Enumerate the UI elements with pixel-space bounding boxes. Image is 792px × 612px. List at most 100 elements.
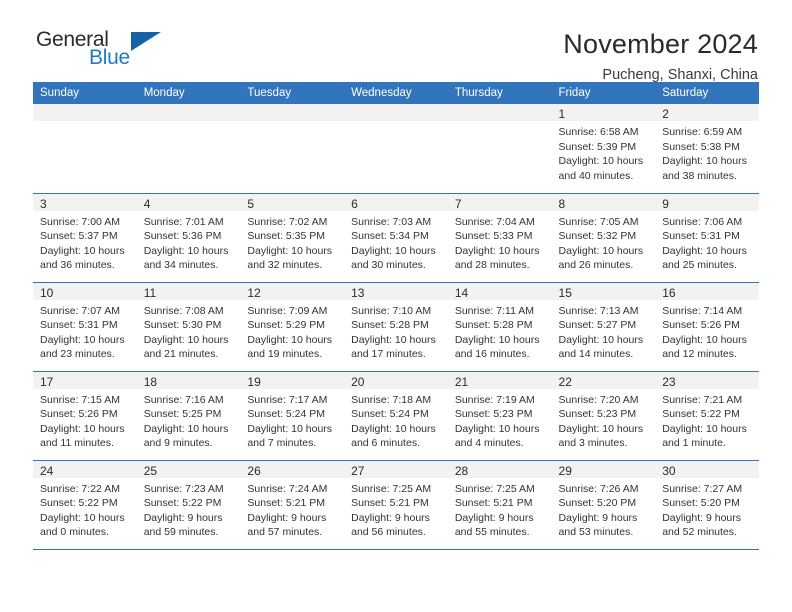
calendar-day-cell-empty: [33, 104, 137, 194]
calendar-day-cell[interactable]: 19 Sunrise: 7:17 AM Sunset: 5:24 PM Dayligh…: [240, 371, 345, 461]
calendar-day-cell[interactable]: 25 Sunrise: 7:23 AM Sunset: 5:22 PM Dayligh…: [136, 460, 241, 550]
day-cell-content: [240, 104, 345, 193]
page-subtitle: Pucheng, Shanxi, China: [602, 67, 758, 83]
calendar-day-cell[interactable]: 29 Sunrise: 7:26 AM Sunset: 5:20 PM Dayligh…: [551, 460, 656, 550]
calendar-day-cell[interactable]: 9 Sunrise: 7:06 AM Sunset: 5:31 PM Daylight…: [655, 193, 759, 283]
daylight-duration-line2: and 52 minutes.: [662, 526, 737, 539]
calendar-day-cell[interactable]: 22 Sunrise: 7:20 AM Sunset: 5:23 PM Dayligh…: [551, 371, 656, 461]
calendar-day-cell[interactable]: 27 Sunrise: 7:25 AM Sunset: 5:21 PM Dayligh…: [344, 460, 448, 550]
calendar-day-cell[interactable]: 8 Sunrise: 7:05 AM Sunset: 5:32 PM Daylight…: [551, 193, 656, 283]
day-cell-content: [136, 104, 241, 193]
logo-triangle-icon: [131, 32, 161, 51]
day-number-band: 18: [136, 371, 241, 389]
calendar-day-cell[interactable]: 14 Sunrise: 7:11 AM Sunset: 5:28 PM Dayligh…: [447, 282, 552, 372]
daylight-duration-line1: Daylight: 10 hours: [143, 244, 229, 257]
sunrise-time: Sunrise: 7:04 AM: [454, 215, 535, 228]
day-cell-content: 2 Sunrise: 6:59 AM Sunset: 5:38 PM Daylight…: [655, 104, 759, 193]
sunset-time: Sunset: 5:34 PM: [351, 230, 429, 243]
calendar-day-cell[interactable]: 11 Sunrise: 7:08 AM Sunset: 5:30 PM Dayligh…: [136, 282, 241, 372]
day-sun-info: Sunrise: 7:24 AM Sunset: 5:21 PM Daylight:…: [240, 478, 344, 540]
calendar-day-cell[interactable]: 4 Sunrise: 7:01 AM Sunset: 5:36 PM Daylight…: [136, 193, 241, 283]
calendar-week-row: 1 Sunrise: 6:58 AM Sunset: 5:39 PM Daylight…: [33, 104, 759, 194]
title-block: November 2024 Pucheng, Shanxi, China: [563, 28, 759, 86]
calendar-day-cell[interactable]: 3 Sunrise: 7:00 AM Sunset: 5:37 PM Daylight…: [33, 193, 137, 283]
day-number-band: 10: [33, 282, 137, 300]
calendar-day-cell[interactable]: 20 Sunrise: 7:18 AM Sunset: 5:24 PM Dayligh…: [344, 371, 448, 461]
day-cell-content: 10 Sunrise: 7:07 AM Sunset: 5:31 PM Dayligh…: [33, 282, 137, 371]
day-number-band: 26: [240, 460, 345, 478]
calendar-day-cell[interactable]: 6 Sunrise: 7:03 AM Sunset: 5:34 PM Daylight…: [344, 193, 448, 283]
sunset-time: Sunset: 5:22 PM: [40, 497, 118, 510]
calendar-day-cell-empty: [136, 104, 241, 194]
sunrise-time: Sunrise: 6:59 AM: [662, 126, 743, 138]
day-number-band: 12: [240, 282, 345, 300]
daylight-duration-line1: Daylight: 10 hours: [351, 422, 436, 435]
calendar-day-cell[interactable]: 7 Sunrise: 7:04 AM Sunset: 5:33 PM Daylight…: [447, 193, 552, 283]
calendar-day-cell[interactable]: 13 Sunrise: 7:10 AM Sunset: 5:28 PM Dayligh…: [344, 282, 448, 372]
day-number-band: 14: [447, 282, 552, 300]
day-number-band: 16: [655, 282, 759, 300]
daylight-duration-line1: Daylight: 10 hours: [247, 333, 333, 346]
daylight-duration-line1: Daylight: 10 hours: [662, 422, 747, 435]
day-sun-info: Sunrise: 7:01 AM Sunset: 5:36 PM Daylight:…: [137, 211, 241, 273]
day-sun-info: Sunrise: 7:08 AM Sunset: 5:30 PM Daylight:…: [137, 300, 241, 362]
day-number-band: 3: [33, 193, 137, 211]
sunset-time: Sunset: 5:22 PM: [143, 497, 222, 510]
calendar-day-cell[interactable]: 30 Sunrise: 7:27 AM Sunset: 5:20 PM Dayligh…: [655, 460, 759, 550]
day-number-band: 27: [344, 460, 448, 478]
day-number: 28: [454, 463, 469, 478]
day-number-band: 29: [551, 460, 656, 478]
day-number-band: 17: [33, 371, 137, 389]
sunset-time: Sunset: 5:36 PM: [143, 230, 222, 243]
calendar-day-cell[interactable]: 24 Sunrise: 7:22 AM Sunset: 5:22 PM Dayligh…: [33, 460, 137, 550]
daylight-duration-line2: and 4 minutes.: [454, 437, 524, 450]
sunset-time: Sunset: 5:29 PM: [247, 319, 326, 332]
calendar-day-cell[interactable]: 10 Sunrise: 7:07 AM Sunset: 5:31 PM Dayligh…: [33, 282, 137, 372]
calendar-day-cell[interactable]: 28 Sunrise: 7:25 AM Sunset: 5:21 PM Dayligh…: [447, 460, 552, 550]
daylight-duration-line2: and 11 minutes.: [40, 437, 114, 450]
sunrise-time: Sunrise: 7:27 AM: [662, 482, 743, 495]
daylight-duration-line1: Daylight: 10 hours: [247, 244, 333, 257]
calendar-day-cell-empty: [344, 104, 448, 194]
day-sun-info: Sunrise: 6:58 AM Sunset: 5:39 PM Daylight:…: [552, 121, 656, 183]
calendar-day-cell[interactable]: 5 Sunrise: 7:02 AM Sunset: 5:35 PM Daylight…: [240, 193, 345, 283]
daylight-duration-line2: and 6 minutes.: [351, 437, 420, 450]
calendar-day-cell[interactable]: 1 Sunrise: 6:58 AM Sunset: 5:39 PM Daylight…: [551, 104, 656, 194]
weekday-header-sunday: Sunday: [33, 82, 137, 104]
sunrise-time: Sunrise: 7:23 AM: [143, 482, 224, 495]
sunrise-time: Sunrise: 7:02 AM: [247, 215, 328, 228]
sunrise-time: Sunrise: 7:00 AM: [40, 215, 120, 228]
day-number: 12: [247, 285, 261, 300]
daylight-duration-line1: Daylight: 9 hours: [558, 511, 638, 524]
calendar-day-cell[interactable]: 17 Sunrise: 7:15 AM Sunset: 5:26 PM Dayligh…: [33, 371, 137, 461]
calendar-day-cell[interactable]: 18 Sunrise: 7:16 AM Sunset: 5:25 PM Dayligh…: [136, 371, 241, 461]
daylight-duration-line1: Daylight: 10 hours: [247, 422, 333, 435]
calendar-day-cell[interactable]: 12 Sunrise: 7:09 AM Sunset: 5:29 PM Dayligh…: [240, 282, 345, 372]
day-sun-info: Sunrise: 7:13 AM Sunset: 5:27 PM Daylight:…: [552, 300, 656, 362]
day-number: 22: [558, 374, 572, 389]
day-sun-info: Sunrise: 7:16 AM Sunset: 5:25 PM Daylight:…: [137, 389, 241, 451]
daylight-duration-line1: Daylight: 9 hours: [143, 511, 223, 524]
day-number: 11: [143, 285, 157, 300]
sunrise-time: Sunrise: 7:09 AM: [247, 304, 328, 317]
day-number-band: 19: [240, 371, 345, 389]
sunset-time: Sunset: 5:27 PM: [558, 319, 637, 332]
weekday-header-thursday: Thursday: [447, 82, 552, 104]
calendar-day-cell[interactable]: 26 Sunrise: 7:24 AM Sunset: 5:21 PM Dayligh…: [240, 460, 345, 550]
daylight-duration-line2: and 25 minutes.: [662, 259, 737, 272]
calendar-day-cell[interactable]: 16 Sunrise: 7:14 AM Sunset: 5:26 PM Dayligh…: [655, 282, 759, 372]
day-number: 20: [351, 374, 365, 389]
sunset-time: Sunset: 5:20 PM: [558, 497, 637, 510]
day-number: 23: [662, 374, 676, 389]
calendar-day-cell[interactable]: 21 Sunrise: 7:19 AM Sunset: 5:23 PM Dayligh…: [447, 371, 552, 461]
calendar-day-cell[interactable]: 23 Sunrise: 7:21 AM Sunset: 5:22 PM Dayligh…: [655, 371, 759, 461]
calendar-day-cell[interactable]: 15 Sunrise: 7:13 AM Sunset: 5:27 PM Dayligh…: [551, 282, 656, 372]
daylight-duration-line1: Daylight: 10 hours: [558, 244, 644, 257]
daylight-duration-line1: Daylight: 10 hours: [558, 155, 644, 168]
sunrise-time: Sunrise: 7:15 AM: [40, 393, 120, 406]
sunrise-time: Sunrise: 7:21 AM: [662, 393, 743, 406]
general-blue-logo[interactable]: General Blue: [33, 28, 166, 76]
day-cell-content: 17 Sunrise: 7:15 AM Sunset: 5:26 PM Dayligh…: [33, 371, 137, 460]
calendar-day-cell[interactable]: 2 Sunrise: 6:59 AM Sunset: 5:38 PM Daylight…: [655, 104, 759, 194]
daylight-duration-line2: and 17 minutes.: [351, 348, 426, 361]
